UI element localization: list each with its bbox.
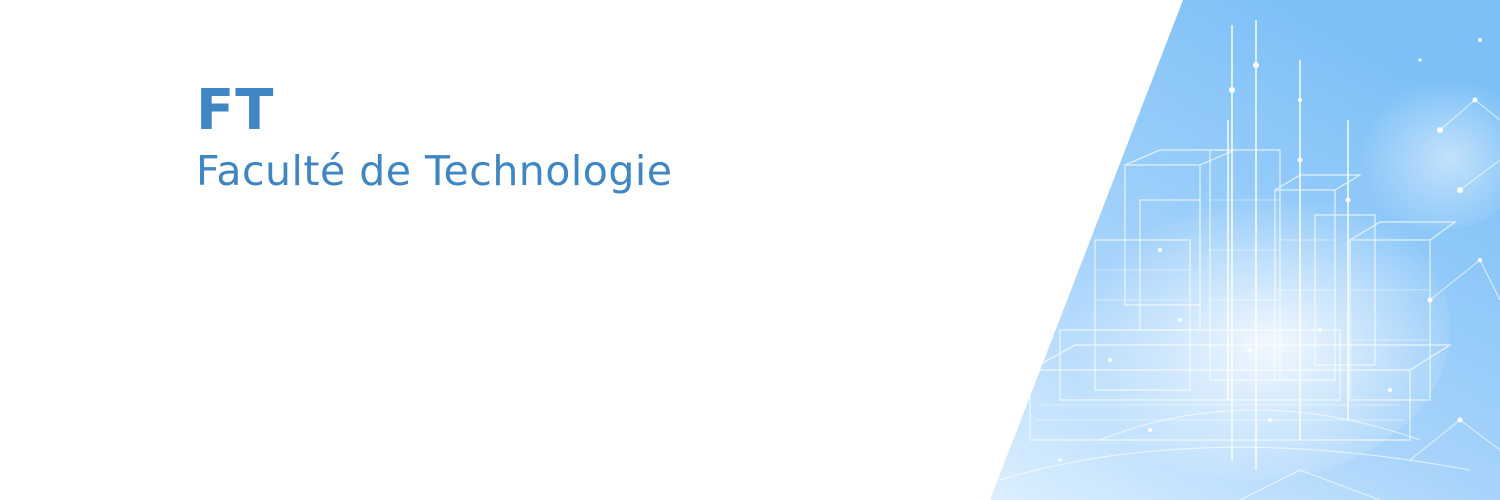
banner: FT Faculté de Technologie: [0, 0, 1500, 500]
faculty-full-name: Faculté de Technologie: [196, 147, 673, 195]
faculty-abbreviation: FT: [196, 78, 275, 143]
blueprint-city-artwork: [990, 0, 1500, 500]
title-block: FT Faculté de Technologie: [196, 78, 673, 198]
